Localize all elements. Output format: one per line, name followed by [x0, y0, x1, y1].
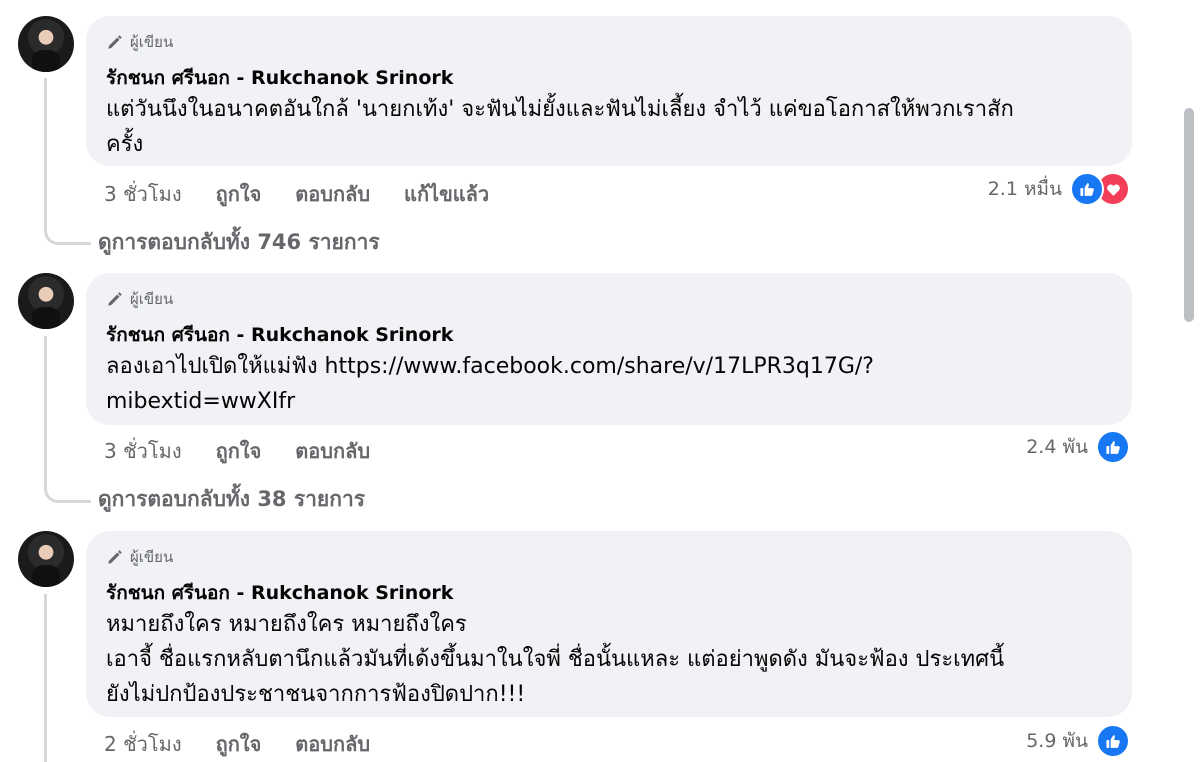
comment-link[interactable]: mibextid=wwXIfr: [106, 384, 1111, 419]
comment-line: หมายถึงใคร หมายถึงใคร หมายถึงใคร: [106, 612, 467, 637]
comment-link[interactable]: ลองเอาไปเปิดให้แม่ฟัง https://www.facebo…: [106, 349, 1111, 384]
view-replies-link[interactable]: ดูการตอบกลับทั้ง 38 รายการ: [98, 483, 365, 516]
comment-actions: 3 ชั่วโมง ถูกใจ ตอบกลับ: [104, 435, 370, 467]
reaction-count: 2.1 หมื่น: [987, 178, 1062, 200]
comment-item: ผู้เขียน รักชนก ศรีนอก - Rukchanok Srino…: [0, 531, 1160, 762]
like-reaction-icon: [1070, 172, 1104, 206]
comment-text: ลองเอาไปเปิดให้แม่ฟัง https://www.facebo…: [106, 349, 1111, 419]
comment-time[interactable]: 3 ชั่วโมง: [104, 178, 182, 210]
badge-label: ผู้เขียน: [130, 33, 174, 51]
like-button[interactable]: ถูกใจ: [216, 178, 262, 210]
comment-line: ยังไม่ปกป้องประชาชนจากการฟ้องปิดปาก!!!: [106, 682, 526, 707]
comment-line: เอาจี้ ชื่อแรกหลับตานึกแล้วมันที่เด้งขึ้…: [106, 647, 1005, 672]
thread-line: [44, 594, 47, 762]
thread-line: [44, 78, 47, 218]
reaction-summary[interactable]: 5.9 พัน: [1026, 724, 1130, 758]
comment-time[interactable]: 2 ชั่วโมง: [104, 728, 182, 760]
thread-connector: [44, 476, 91, 503]
reply-button[interactable]: ตอบกลับ: [295, 178, 370, 210]
comment-thread: ผู้เขียน รักชนก ศรีนอก - Rukchanok Srino…: [0, 0, 1200, 762]
like-reaction-icon: [1096, 430, 1130, 464]
pen-icon: [108, 292, 122, 306]
reply-button[interactable]: ตอบกลับ: [295, 435, 370, 467]
edited-label[interactable]: แก้ไขแล้ว: [404, 178, 489, 210]
reaction-icons: [1070, 172, 1130, 206]
thread-line: [44, 336, 47, 476]
avatar[interactable]: [18, 531, 74, 587]
comment-time[interactable]: 3 ชั่วโมง: [104, 435, 182, 467]
comment-bubble: ผู้เขียน รักชนก ศรีนอก - Rukchanok Srino…: [86, 16, 1132, 166]
badge-label: ผู้เขียน: [130, 548, 174, 566]
pen-icon: [108, 550, 122, 564]
reaction-count: 2.4 พัน: [1026, 436, 1088, 458]
comment-bubble: ผู้เขียน รักชนก ศรีนอก - Rukchanok Srino…: [86, 531, 1132, 717]
view-replies-link[interactable]: ดูการตอบกลับทั้ง 746 รายการ: [98, 226, 380, 259]
author-badge: ผู้เขียน: [106, 545, 173, 569]
comment-actions: 3 ชั่วโมง ถูกใจ ตอบกลับ แก้ไขแล้ว: [104, 178, 489, 210]
comment-author[interactable]: รักชนก ศรีนอก - Rukchanok Srinork: [106, 578, 453, 608]
comment-author[interactable]: รักชนก ศรีนอก - Rukchanok Srinork: [106, 63, 453, 93]
thread-connector: [44, 218, 91, 245]
comment-bubble: ผู้เขียน รักชนก ศรีนอก - Rukchanok Srino…: [86, 273, 1132, 425]
scrollbar[interactable]: [1184, 108, 1194, 322]
avatar[interactable]: [18, 273, 74, 329]
comment-text: แต่วันนึงในอนาคตอันใกล้ 'นายกเท้ง' จะฟัน…: [106, 92, 1111, 162]
reply-button[interactable]: ตอบกลับ: [295, 728, 370, 760]
comment-author[interactable]: รักชนก ศรีนอก - Rukchanok Srinork: [106, 320, 453, 350]
avatar[interactable]: [18, 16, 74, 72]
comment-actions: 2 ชั่วโมง ถูกใจ ตอบกลับ: [104, 728, 370, 760]
reaction-icons: [1096, 724, 1130, 758]
comment-line: แต่วันนึงในอนาคตอันใกล้ 'นายกเท้ง' จะฟัน…: [106, 97, 1014, 122]
like-button[interactable]: ถูกใจ: [216, 728, 262, 760]
author-badge: ผู้เขียน: [106, 287, 173, 311]
reaction-summary[interactable]: 2.1 หมื่น: [988, 172, 1130, 206]
pen-icon: [108, 35, 122, 49]
reaction-icons: [1096, 430, 1130, 464]
like-button[interactable]: ถูกใจ: [216, 435, 262, 467]
reaction-summary[interactable]: 2.4 พัน: [1026, 430, 1130, 464]
comment-line: ครั้ง: [106, 132, 144, 157]
like-reaction-icon: [1096, 724, 1130, 758]
author-badge: ผู้เขียน: [106, 30, 173, 54]
comment-text: หมายถึงใคร หมายถึงใคร หมายถึงใคร เอาจี้ …: [106, 607, 1111, 712]
reaction-count: 5.9 พัน: [1026, 730, 1088, 752]
badge-label: ผู้เขียน: [130, 290, 174, 308]
